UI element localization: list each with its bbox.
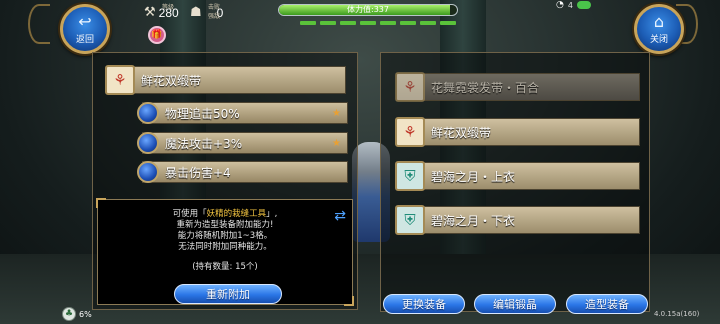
ribbon-icon: ⚘ <box>105 65 135 95</box>
version-label: 4.0.15a(160) <box>654 310 700 318</box>
info-line: 可使用「妖精的栽缝工具」, <box>98 209 352 220</box>
status-indicator: ◔ 4 <box>556 0 591 10</box>
edit-crystal-button[interactable]: 编辑锻晶 <box>474 294 556 314</box>
close-button-label: 关闭 <box>649 34 668 45</box>
change-equipment-button[interactable]: 更换装备 <box>383 294 465 314</box>
ribbon-icon: ⚘ <box>395 72 425 102</box>
gauge-segment <box>440 21 456 25</box>
info-text: 」, <box>266 209 278 219</box>
progress-indicator: ♣ 6% <box>62 307 92 321</box>
attribute-orb-icon <box>137 102 159 124</box>
attribute-orb-icon <box>137 132 159 154</box>
attribute-text: 暴击伤害+4 <box>165 165 231 180</box>
ornament <box>28 4 50 44</box>
attribute-text: 物理追击50% <box>165 106 240 121</box>
reattach-description: 可使用「妖精的栽缝工具」, 重新为造型装备附加能力! 能力将随机附加1~3格。 … <box>98 209 352 253</box>
back-arrow-icon: ↩ <box>78 11 92 31</box>
gift-icon[interactable]: 🎁 <box>148 26 166 44</box>
monster-icon: ☗ <box>190 5 202 20</box>
gauge-segment <box>300 21 316 25</box>
signal-icon: ◔ <box>556 0 564 10</box>
info-line: 重新为造型装备附加能力! <box>176 220 274 230</box>
attribute-row[interactable]: 物理追击50% ★ <box>137 102 348 124</box>
appearance-equipment-button[interactable]: 造型装备 <box>566 294 648 314</box>
star-icon: ★ <box>332 137 341 149</box>
kills-caption: 击败强敌 <box>208 4 221 20</box>
attribute-row[interactable]: 魔法攻击+3% ★ <box>137 132 348 154</box>
armor-icon: ⛨ <box>395 205 425 235</box>
status-text: 4 <box>567 0 573 10</box>
reattach-button[interactable]: 重新附加 <box>174 284 282 304</box>
back-button-label: 返回 <box>75 34 94 45</box>
progress-percent: 6% <box>79 309 92 319</box>
gauge-segment <box>380 21 396 25</box>
equipment-item-name: 碧海之月・下衣 <box>431 213 516 228</box>
equipment-item-name: 鲜花双缎带 <box>431 125 492 140</box>
selected-item-header: ⚘ 鲜花双缎带 <box>105 65 346 95</box>
stamina-bar: 体力值:337 <box>278 4 458 16</box>
equipment-item-selected[interactable]: ⚘ 鲜花双缎带 <box>395 117 640 147</box>
attribute-row[interactable]: 暴击伤害+4 <box>137 161 348 183</box>
equipment-item-name: 花舞霓裳发带・百合 <box>431 80 540 95</box>
gauge-segment <box>400 21 416 25</box>
gauge-segment <box>360 21 376 25</box>
clover-icon: ♣ <box>62 307 76 321</box>
equipment-item[interactable]: ⛨ 碧海之月・下衣 <box>395 205 640 235</box>
refresh-icon[interactable]: ⇄ <box>334 208 346 224</box>
attribute-orb-icon <box>137 161 159 183</box>
reattach-info-box: 可使用「妖精的栽缝工具」, 重新为造型装备附加能力! 能力将随机附加1~3格。 … <box>96 198 354 306</box>
info-line: 能力将随机附加1~3格。 <box>177 231 273 241</box>
toggle-switch[interactable] <box>576 1 591 9</box>
equipment-item[interactable]: ⛨ 碧海之月・上衣 <box>395 161 640 191</box>
tool-name-highlight: 妖精的栽缝工具 <box>206 209 267 219</box>
selected-item-name: 鲜花双缎带 <box>141 73 202 88</box>
level-caption: 等级 <box>162 4 175 11</box>
gauge-segment <box>340 21 356 25</box>
gauge-segment <box>420 21 436 25</box>
gauge-segment <box>320 21 336 25</box>
segment-gauge <box>300 21 456 25</box>
back-button[interactable]: ↩ 返回 <box>60 4 110 54</box>
level-icon: ⚒ <box>144 5 156 20</box>
attribute-text: 魔法攻击+3% <box>165 136 243 151</box>
held-quantity: (持有数量: 15个) <box>192 262 258 272</box>
info-line: 无法同时附加同种能力。 <box>178 242 272 252</box>
armor-icon: ⛨ <box>395 161 425 191</box>
equipment-item-name: 碧海之月・上衣 <box>431 169 516 184</box>
level-stat: ⚒ 等级 280 <box>144 4 179 20</box>
equipment-item[interactable]: ⚘ 花舞霓裳发带・百合 <box>395 72 640 102</box>
close-button[interactable]: ⌂ 关闭 <box>634 4 684 54</box>
ribbon-icon: ⚘ <box>395 117 425 147</box>
home-icon: ⌂ <box>653 11 665 31</box>
stamina-text: 体力值:337 <box>347 5 389 14</box>
kills-stat: ☗ 击败强敌 0 <box>190 4 223 20</box>
info-text: 可使用「 <box>172 209 207 219</box>
star-icon: ★ <box>332 107 341 119</box>
